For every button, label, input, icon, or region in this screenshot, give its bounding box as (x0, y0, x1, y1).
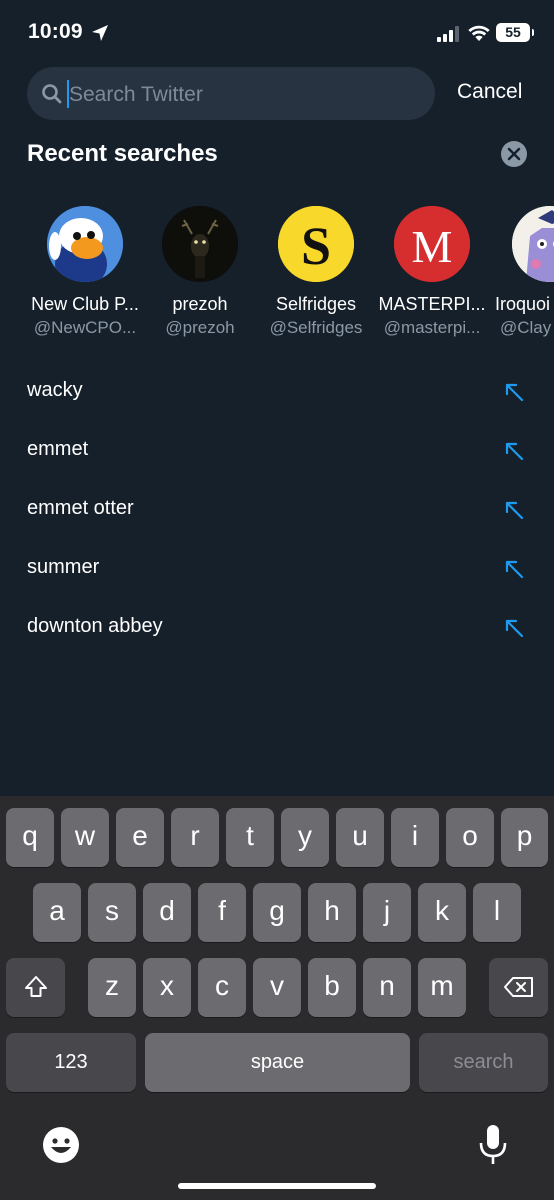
shift-icon (24, 976, 47, 997)
recent-term-item[interactable]: summer (0, 538, 554, 597)
key-m[interactable]: m (418, 958, 466, 1017)
account-handle: @prezoh (165, 318, 235, 337)
account-handle: @Clay (500, 318, 552, 337)
status-bar: 10:09 55 (0, 0, 554, 64)
key-n[interactable]: n (363, 958, 411, 1017)
account-name: prezoh (172, 294, 228, 314)
key-o[interactable]: o (446, 808, 494, 867)
status-time: 10:09 (28, 20, 83, 43)
account-name: Selfridges (275, 294, 357, 314)
key-r[interactable]: r (171, 808, 219, 867)
numbers-key[interactable]: 123 (6, 1033, 136, 1092)
account-name: Iroquoi (495, 294, 551, 314)
key-h[interactable]: h (308, 883, 356, 942)
key-q[interactable]: q (6, 808, 54, 867)
key-t[interactable]: t (226, 808, 274, 867)
key-j[interactable]: j (363, 883, 411, 942)
fill-query-arrow-icon[interactable] (504, 559, 524, 579)
location-arrow-icon (92, 25, 108, 41)
cancel-button[interactable]: Cancel (457, 80, 522, 104)
key-c[interactable]: c (198, 958, 246, 1017)
battery-indicator: 55 (496, 23, 534, 42)
key-g[interactable]: g (253, 883, 301, 942)
fill-query-arrow-icon[interactable] (504, 618, 524, 638)
key-a[interactable]: a (33, 883, 81, 942)
search-input[interactable] (67, 77, 421, 113)
recent-account-item[interactable]: M MASTERPI... @masterpi... (374, 206, 490, 338)
text-cursor (67, 80, 69, 108)
key-e[interactable]: e (116, 808, 164, 867)
key-f[interactable]: f (198, 883, 246, 942)
clear-recent-button[interactable] (501, 141, 527, 167)
key-p[interactable]: p (501, 808, 548, 867)
search-key[interactable]: search (419, 1033, 548, 1092)
key-l[interactable]: l (473, 883, 521, 942)
cellular-signal-icon (437, 26, 459, 42)
recent-terms-list: wacky emmet emmet otter summer downton a… (0, 361, 554, 656)
keyboard: q w e r t y u i o p a s d f g h j k l z … (0, 796, 554, 1200)
recent-term-label: wacky (27, 379, 83, 401)
fill-query-arrow-icon[interactable] (504, 382, 524, 402)
avatar: S (278, 206, 354, 282)
key-y[interactable]: y (281, 808, 329, 867)
microphone-icon[interactable] (478, 1124, 508, 1166)
account-handle: @masterpi... (383, 318, 481, 337)
recent-term-item[interactable]: emmet (0, 420, 554, 479)
search-icon (42, 84, 62, 104)
account-handle: @NewCPO... (33, 318, 137, 337)
key-s[interactable]: s (88, 883, 136, 942)
recent-accounts-carousel[interactable]: New Club P... @NewCPO... prezoh @prezoh … (0, 206, 554, 346)
account-name: New Club P... (31, 294, 139, 314)
recent-account-item[interactable]: S Selfridges @Selfridges (258, 206, 374, 338)
key-v[interactable]: v (253, 958, 301, 1017)
recent-term-label: downton abbey (27, 615, 163, 637)
key-x[interactable]: x (143, 958, 191, 1017)
key-d[interactable]: d (143, 883, 191, 942)
account-name: MASTERPI... (378, 294, 486, 314)
key-w[interactable]: w (61, 808, 109, 867)
backspace-icon (503, 977, 533, 997)
account-handle: @Selfridges (269, 318, 363, 337)
fill-query-arrow-icon[interactable] (504, 441, 524, 461)
recent-searches-title: Recent searches (27, 140, 218, 167)
search-bar[interactable] (27, 67, 435, 120)
key-b[interactable]: b (308, 958, 356, 1017)
recent-term-item[interactable]: downton abbey (0, 597, 554, 656)
recent-term-label: emmet otter (27, 497, 134, 519)
close-icon (507, 147, 521, 161)
avatar (162, 206, 238, 282)
recent-term-item[interactable]: wacky (0, 361, 554, 420)
svg-text:S: S (301, 216, 331, 276)
recent-term-item[interactable]: emmet otter (0, 479, 554, 538)
wifi-icon (468, 25, 490, 41)
home-indicator[interactable] (178, 1183, 376, 1189)
emoji-icon[interactable] (42, 1126, 80, 1164)
avatar: M (394, 206, 470, 282)
key-z[interactable]: z (88, 958, 136, 1017)
backspace-key[interactable] (489, 958, 548, 1017)
space-key[interactable]: space (145, 1033, 410, 1092)
shift-key[interactable] (6, 958, 65, 1017)
recent-term-label: emmet (27, 438, 89, 460)
recent-account-item[interactable]: Iroquoi @Clay (490, 206, 554, 338)
recent-term-label: summer (27, 556, 100, 578)
key-k[interactable]: k (418, 883, 466, 942)
recent-account-item[interactable]: New Club P... @NewCPO... (27, 206, 143, 338)
avatar (512, 206, 554, 282)
key-u[interactable]: u (336, 808, 384, 867)
fill-query-arrow-icon[interactable] (504, 500, 524, 520)
recent-account-item[interactable]: prezoh @prezoh (142, 206, 258, 338)
svg-text:M: M (412, 221, 453, 272)
key-i[interactable]: i (391, 808, 439, 867)
avatar (47, 206, 123, 282)
